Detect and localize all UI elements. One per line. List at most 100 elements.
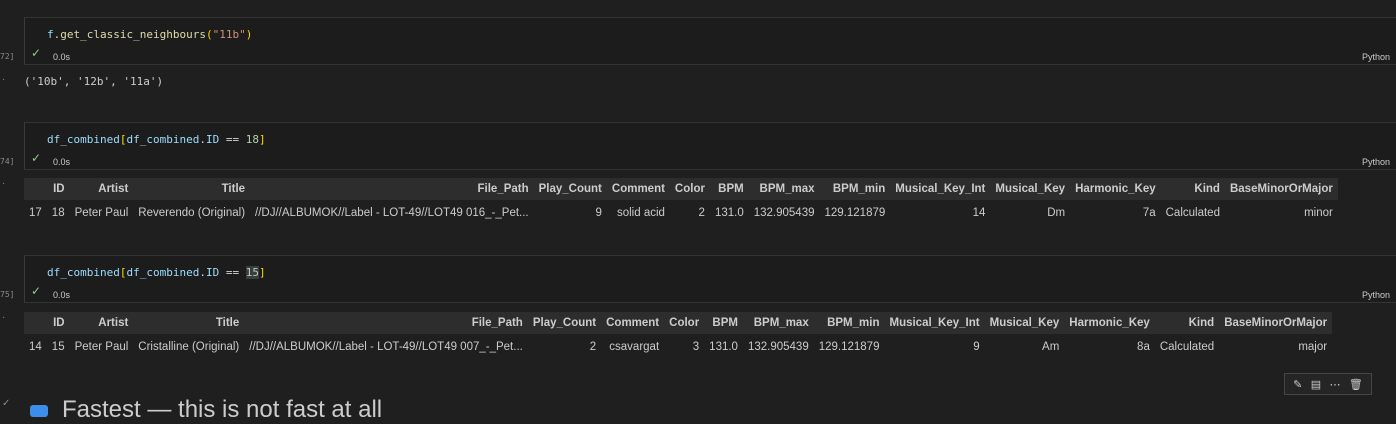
- code-token: 18: [245, 133, 259, 146]
- split-icon[interactable]: ▤: [1311, 378, 1321, 391]
- table-cell: Am: [1042, 341, 1060, 353]
- table-cell: 129.121879: [824, 207, 886, 219]
- code-token: ID: [205, 266, 220, 279]
- column-header: ID: [46, 178, 70, 200]
- cell-toolbar: ✎ ▤ ⋯ 🗑: [1284, 373, 1372, 395]
- collapse-marker[interactable]: ✓: [2, 398, 10, 409]
- exec-count-3: 75]: [0, 290, 15, 299]
- markdown-heading-text: Fastest — this is not fast at all: [62, 396, 383, 423]
- column-header: Kind: [1154, 312, 1220, 334]
- code-cell-1[interactable]: f.get_classic_neighbours("11b") ✓ 0.0s P…: [24, 17, 1396, 65]
- table-cell: 2: [589, 341, 597, 353]
- column-header: Musical_Key: [990, 178, 1071, 200]
- check-icon: ✓: [31, 46, 42, 60]
- table-row: 14 15 Peter Paul Cristalline (Original) //DJ…: [24, 334, 1332, 360]
- markdown-heading: Fastest — this is not fast at all: [30, 396, 382, 424]
- code-token: ==: [219, 133, 246, 146]
- column-header: Artist: [69, 178, 134, 200]
- language-label[interactable]: Python: [1362, 157, 1390, 167]
- column-header: BaseMinorOrMajor: [1224, 178, 1338, 200]
- code-cell-2[interactable]: df_combined[df_combined.ID == 18] ✓ 0.0s…: [24, 122, 1396, 170]
- column-header: Artist: [69, 312, 134, 334]
- output-marker: ·: [2, 312, 6, 323]
- table-cell: 9: [595, 207, 602, 219]
- column-header: [24, 312, 47, 334]
- code-token: ID: [205, 133, 220, 146]
- column-header: Title: [133, 312, 245, 334]
- exec-count-2: 74]: [0, 157, 15, 166]
- table-cell: csavargat: [609, 341, 660, 353]
- column-header: Comment: [601, 312, 665, 334]
- code-token: df_combined: [126, 133, 200, 146]
- table-cell: 18: [51, 207, 65, 219]
- table-cell: Cristalline (Original): [138, 341, 240, 353]
- markdown-icon: [30, 404, 48, 417]
- code-token: .: [199, 266, 206, 279]
- table-cell: 8a: [1137, 341, 1150, 353]
- column-header: [24, 178, 47, 200]
- output-marker: ·: [2, 74, 6, 85]
- column-header: BPM_max: [748, 178, 820, 200]
- table-cell: 132.905439: [747, 341, 809, 353]
- column-header: File_Path: [244, 312, 528, 334]
- table-cell: 129.121879: [818, 341, 880, 353]
- column-header: Musical_Key: [984, 312, 1065, 334]
- table-cell: 14: [972, 207, 986, 219]
- code-token: .: [199, 133, 206, 146]
- cell-1-code[interactable]: f.get_classic_neighbours("11b"): [47, 28, 252, 41]
- column-header: File_Path: [250, 178, 534, 200]
- column-header: ID: [46, 312, 70, 334]
- delete-icon[interactable]: 🗑: [1349, 378, 1363, 391]
- code-token: 15: [245, 266, 259, 279]
- code-token: df_combined: [126, 266, 200, 279]
- check-icon: ✓: [31, 284, 42, 298]
- edit-icon[interactable]: ✎: [1293, 378, 1302, 391]
- code-token: df_combined: [47, 133, 120, 146]
- code-token: get_classic_neighbours: [60, 28, 206, 41]
- cell-3-code[interactable]: df_combined[df_combined.ID == 15]: [47, 266, 266, 279]
- table-cell: 7a: [1142, 207, 1156, 219]
- cell-1-output: ('10b', '12b', '11a'): [24, 75, 164, 88]
- language-label[interactable]: Python: [1362, 290, 1390, 300]
- code-cell-3[interactable]: df_combined[df_combined.ID == 15] ✓ 0.0s…: [24, 255, 1396, 303]
- table-cell: Dm: [1047, 207, 1066, 219]
- table-cell: 9: [973, 341, 980, 353]
- exec-time: 0.0s: [53, 52, 71, 62]
- exec-time: 0.0s: [53, 157, 71, 167]
- code-token: ]: [258, 266, 266, 279]
- table-cell: Peter Paul: [74, 207, 129, 219]
- column-header: Color: [669, 178, 710, 200]
- column-header: BaseMinorOrMajor: [1219, 312, 1333, 334]
- table-cell: 15: [51, 341, 65, 353]
- column-header: BPM_max: [742, 312, 814, 334]
- exec-time: 0.0s: [53, 290, 71, 300]
- cell-2-code[interactable]: df_combined[df_combined.ID == 18]: [47, 133, 266, 146]
- column-header: Harmonic_Key: [1064, 312, 1155, 334]
- column-header: Play_Count: [533, 178, 607, 200]
- code-token: ): [245, 28, 253, 41]
- language-label[interactable]: Python: [1362, 52, 1390, 62]
- column-header: Kind: [1160, 178, 1225, 200]
- table-cell: 131.0: [709, 341, 738, 353]
- code-token: ==: [219, 266, 246, 279]
- column-header: Play_Count: [527, 312, 602, 334]
- output-marker: ·: [2, 178, 6, 189]
- table-cell: 131.0: [714, 207, 744, 219]
- dataframe-output-1: ID Artist Title File_Path Play_Count Comment C…: [24, 178, 1338, 226]
- row-index: 17: [29, 207, 42, 219]
- table-cell: Calculated: [1165, 207, 1220, 219]
- dataframe-output-2: ID Artist Title File_Path Play_Count Comment C…: [24, 312, 1333, 360]
- code-token: df_combined: [47, 266, 120, 279]
- column-header: Title: [133, 178, 251, 200]
- table-cell: minor: [1304, 207, 1333, 219]
- column-header: Musical_Key_Int: [890, 178, 991, 200]
- column-header: Musical_Key_Int: [884, 312, 985, 334]
- table-cell: major: [1298, 341, 1328, 353]
- code-token: (: [205, 28, 213, 41]
- exec-count-1: 72]: [0, 52, 15, 61]
- table-cell: //DJ//ALBUMOK//Label - LOT-49//LOT49 016…: [255, 207, 529, 219]
- column-header: Comment: [606, 178, 670, 200]
- code-token: ]: [258, 133, 266, 146]
- table-cell: 132.905439: [753, 207, 815, 219]
- more-icon[interactable]: ⋯: [1329, 378, 1340, 391]
